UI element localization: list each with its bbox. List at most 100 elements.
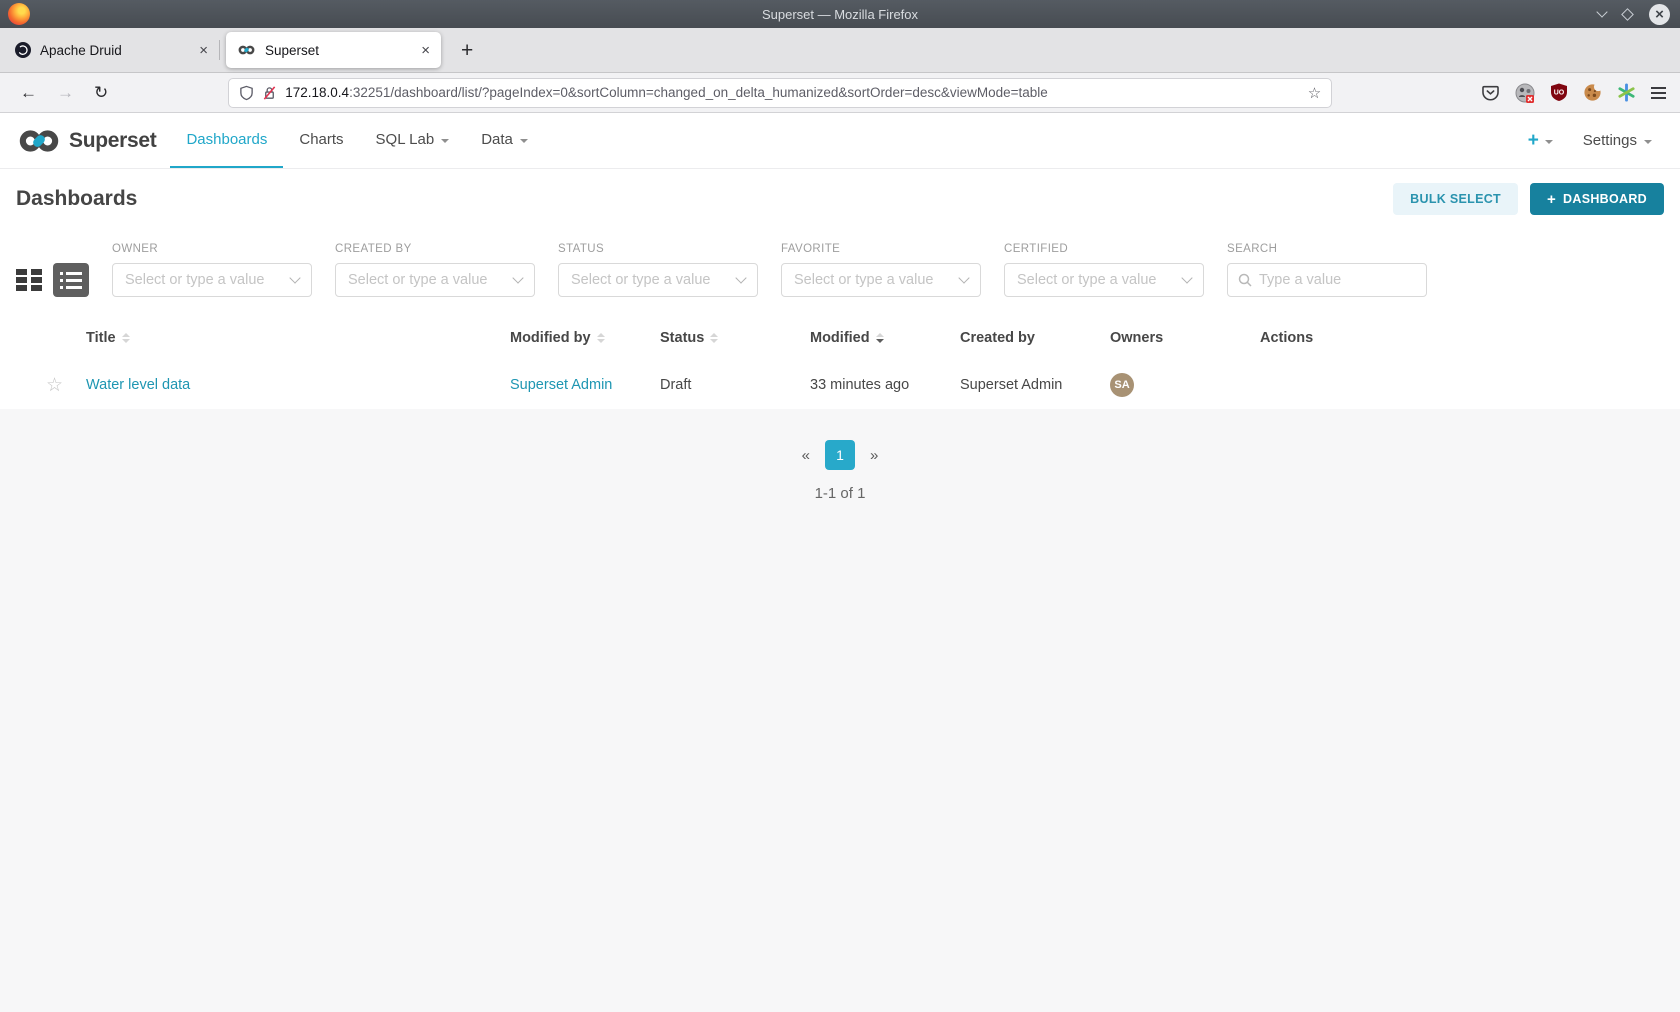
superset-infinity-logo-icon	[16, 127, 62, 155]
close-window-icon[interactable]: ×	[1649, 4, 1670, 25]
filter-certified: CERTIFIED Select or type a value	[1004, 243, 1204, 297]
created-by-select[interactable]: Select or type a value	[335, 263, 535, 297]
owner-select[interactable]: Select or type a value	[112, 263, 312, 297]
cookie-icon[interactable]	[1583, 83, 1602, 102]
insecure-lock-icon[interactable]	[262, 85, 277, 101]
content-footer: « 1 » 1-1 of 1	[0, 409, 1680, 1012]
list-view-icon[interactable]	[53, 263, 89, 297]
toolbar-extensions: UO	[1481, 83, 1670, 103]
filter-label: OWNER	[112, 243, 312, 255]
url-path: :32251/dashboard/list/?pageIndex=0&sortC…	[349, 85, 1048, 100]
close-tab-icon[interactable]: ×	[199, 43, 208, 58]
pagination: « 1 »	[0, 409, 1680, 470]
row-title-cell: Water level data	[86, 377, 510, 393]
superset-navbar: Superset Dashboards Charts SQL Lab Data …	[0, 113, 1680, 169]
table-row: ☆ Water level data Superset Admin Draft …	[0, 361, 1680, 409]
plus-icon: +	[1528, 130, 1539, 152]
view-mode-toggles	[14, 263, 89, 297]
chevron-down-icon	[520, 139, 528, 143]
owner-avatar[interactable]: SA	[1110, 373, 1134, 397]
modified-by-link[interactable]: Superset Admin	[510, 377, 612, 393]
row-created-by-cell: Superset Admin	[960, 377, 1110, 393]
ublock-origin-icon[interactable]: UO	[1550, 83, 1568, 102]
card-view-icon[interactable]	[14, 265, 44, 295]
filter-label: CREATED BY	[335, 243, 535, 255]
nav-item-charts[interactable]: Charts	[283, 113, 359, 168]
settings-menu[interactable]: Settings	[1583, 132, 1652, 149]
filter-label: STATUS	[558, 243, 758, 255]
pagination-summary: 1-1 of 1	[0, 485, 1680, 502]
browser-toolbar: ← → ↻ 172.18.0.4:32251/dashboard/list/?p…	[0, 73, 1680, 113]
search-input[interactable]	[1259, 272, 1446, 288]
chevron-down-icon	[958, 272, 969, 283]
tab-label: Apache Druid	[40, 43, 190, 58]
nav-label: SQL Lab	[376, 131, 435, 148]
filter-owner: OWNER Select or type a value	[112, 243, 312, 297]
nav-label: Dashboards	[186, 131, 267, 148]
superset-brand[interactable]: Superset	[16, 113, 156, 168]
tab-superset[interactable]: Superset ×	[226, 32, 441, 68]
column-label: Created by	[960, 330, 1035, 346]
dashboard-link[interactable]: Water level data	[86, 377, 190, 393]
back-icon[interactable]: ←	[20, 84, 37, 101]
column-header-modified-by[interactable]: Modified by	[510, 330, 660, 346]
url-bar[interactable]: 172.18.0.4:32251/dashboard/list/?pageInd…	[228, 78, 1332, 108]
window-title: Superset — Mozilla Firefox	[0, 7, 1680, 22]
favorite-star-icon[interactable]: ☆	[46, 376, 63, 395]
url-host: 172.18.0.4	[285, 85, 349, 100]
nav-item-data[interactable]: Data	[465, 113, 544, 168]
menu-hamburger-icon[interactable]	[1651, 87, 1666, 99]
new-item-dropdown[interactable]: +	[1528, 130, 1553, 152]
minimize-window-icon[interactable]	[1596, 6, 1607, 17]
nav-item-dashboards[interactable]: Dashboards	[170, 113, 283, 168]
tab-apache-druid[interactable]: Apache Druid ×	[4, 32, 219, 68]
column-label: Actions	[1260, 330, 1313, 346]
select-placeholder: Select or type a value	[571, 272, 731, 288]
column-header-status[interactable]: Status	[660, 330, 810, 346]
bulk-select-button[interactable]: BULK SELECT	[1393, 183, 1518, 215]
maximize-window-icon[interactable]	[1621, 8, 1634, 21]
navbar-right: + Settings	[1528, 113, 1664, 168]
bookmark-star-icon[interactable]: ☆	[1308, 84, 1321, 102]
row-favorite-cell: ☆	[16, 376, 86, 395]
column-label: Status	[660, 330, 704, 346]
reload-icon[interactable]: ↻	[94, 84, 108, 101]
column-header-owners: Owners	[1110, 330, 1260, 346]
chevron-down-icon	[1181, 272, 1192, 283]
colorful-asterisk-extension-icon[interactable]	[1617, 83, 1636, 102]
column-header-modified[interactable]: Modified	[810, 330, 960, 346]
favorite-select[interactable]: Select or type a value	[781, 263, 981, 297]
pocket-icon[interactable]	[1481, 84, 1500, 102]
new-tab-icon[interactable]: +	[461, 40, 473, 61]
tab-strip: Apache Druid × Superset × +	[0, 28, 1680, 73]
chevron-down-icon	[441, 139, 449, 143]
select-placeholder: Select or type a value	[125, 272, 285, 288]
new-dashboard-button[interactable]: + DASHBOARD	[1530, 183, 1664, 215]
certified-select[interactable]: Select or type a value	[1004, 263, 1204, 297]
pagination-prev-icon[interactable]: «	[802, 447, 810, 464]
status-select[interactable]: Select or type a value	[558, 263, 758, 297]
sort-icon	[597, 333, 605, 343]
pagination-page-1[interactable]: 1	[825, 440, 855, 470]
tracking-protection-shield-icon[interactable]	[239, 85, 254, 101]
druid-logo-icon	[15, 42, 31, 58]
close-tab-icon[interactable]: ×	[421, 43, 430, 58]
brand-name: Superset	[69, 129, 156, 153]
tab-label: Superset	[265, 43, 412, 58]
row-modified-cell: 33 minutes ago	[810, 377, 960, 393]
forward-icon[interactable]: →	[57, 84, 74, 101]
extension-blocked-icon[interactable]	[1515, 83, 1535, 103]
column-label: Title	[86, 330, 116, 346]
nav-item-sql-lab[interactable]: SQL Lab	[360, 113, 466, 168]
column-header-title[interactable]: Title	[86, 330, 510, 346]
page-header: Dashboards BULK SELECT + DASHBOARD	[0, 169, 1680, 229]
pagination-next-icon[interactable]: »	[870, 447, 878, 464]
column-label: Modified by	[510, 330, 591, 346]
select-placeholder: Select or type a value	[1017, 272, 1177, 288]
filter-bar: OWNER Select or type a value CREATED BY …	[0, 229, 1680, 315]
window-titlebar: Superset — Mozilla Firefox ×	[0, 0, 1680, 28]
new-dashboard-label: DASHBOARD	[1563, 192, 1647, 206]
tab-separator	[219, 40, 220, 60]
filter-label: FAVORITE	[781, 243, 981, 255]
page-title: Dashboards	[16, 187, 137, 211]
